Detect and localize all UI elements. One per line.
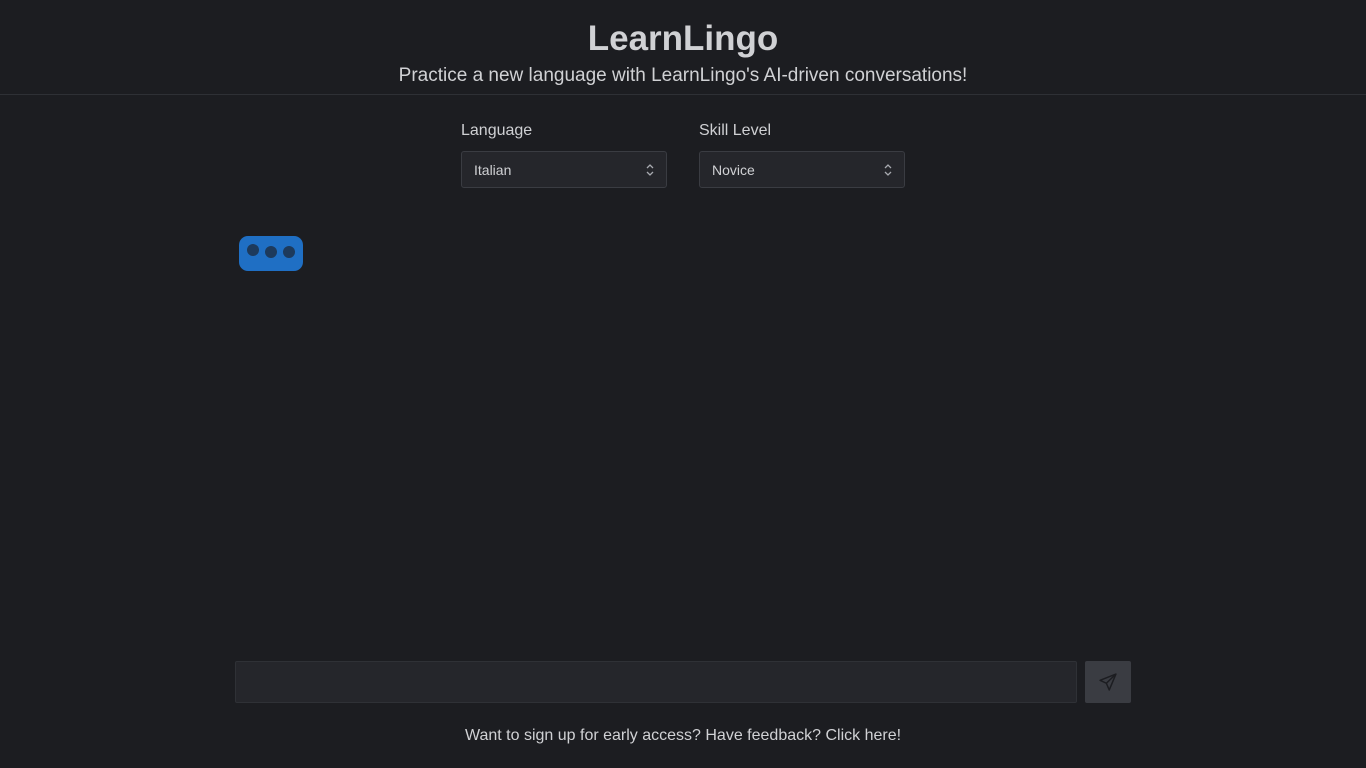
message-input[interactable] [235, 661, 1077, 703]
skill-level-field: Skill Level Novice [699, 121, 906, 188]
language-select[interactable]: Italian [461, 151, 667, 188]
language-field: Language Italian [461, 121, 668, 188]
typing-dot [265, 246, 277, 258]
typing-dot [283, 246, 295, 258]
language-label: Language [461, 122, 533, 139]
typing-indicator-bubble [239, 236, 303, 271]
app-title: LearnLingo [587, 19, 779, 58]
send-button[interactable] [1085, 661, 1131, 703]
typing-dot [247, 244, 259, 256]
feedback-link[interactable]: Want to sign up for early access? Have f… [0, 726, 1366, 746]
language-selected-value: Italian [474, 162, 512, 178]
skill-level-select[interactable]: Novice [699, 151, 905, 188]
app-subtitle: Practice a new language with LearnLingo'… [398, 65, 968, 86]
paper-plane-icon [1099, 673, 1117, 691]
header: LearnLingo Practice a new language with … [0, 0, 1366, 95]
chevron-up-down-icon [646, 164, 654, 176]
skill-level-selected-value: Novice [712, 162, 755, 178]
chevron-up-down-icon [884, 164, 892, 176]
skill-level-label: Skill Level [699, 122, 772, 139]
